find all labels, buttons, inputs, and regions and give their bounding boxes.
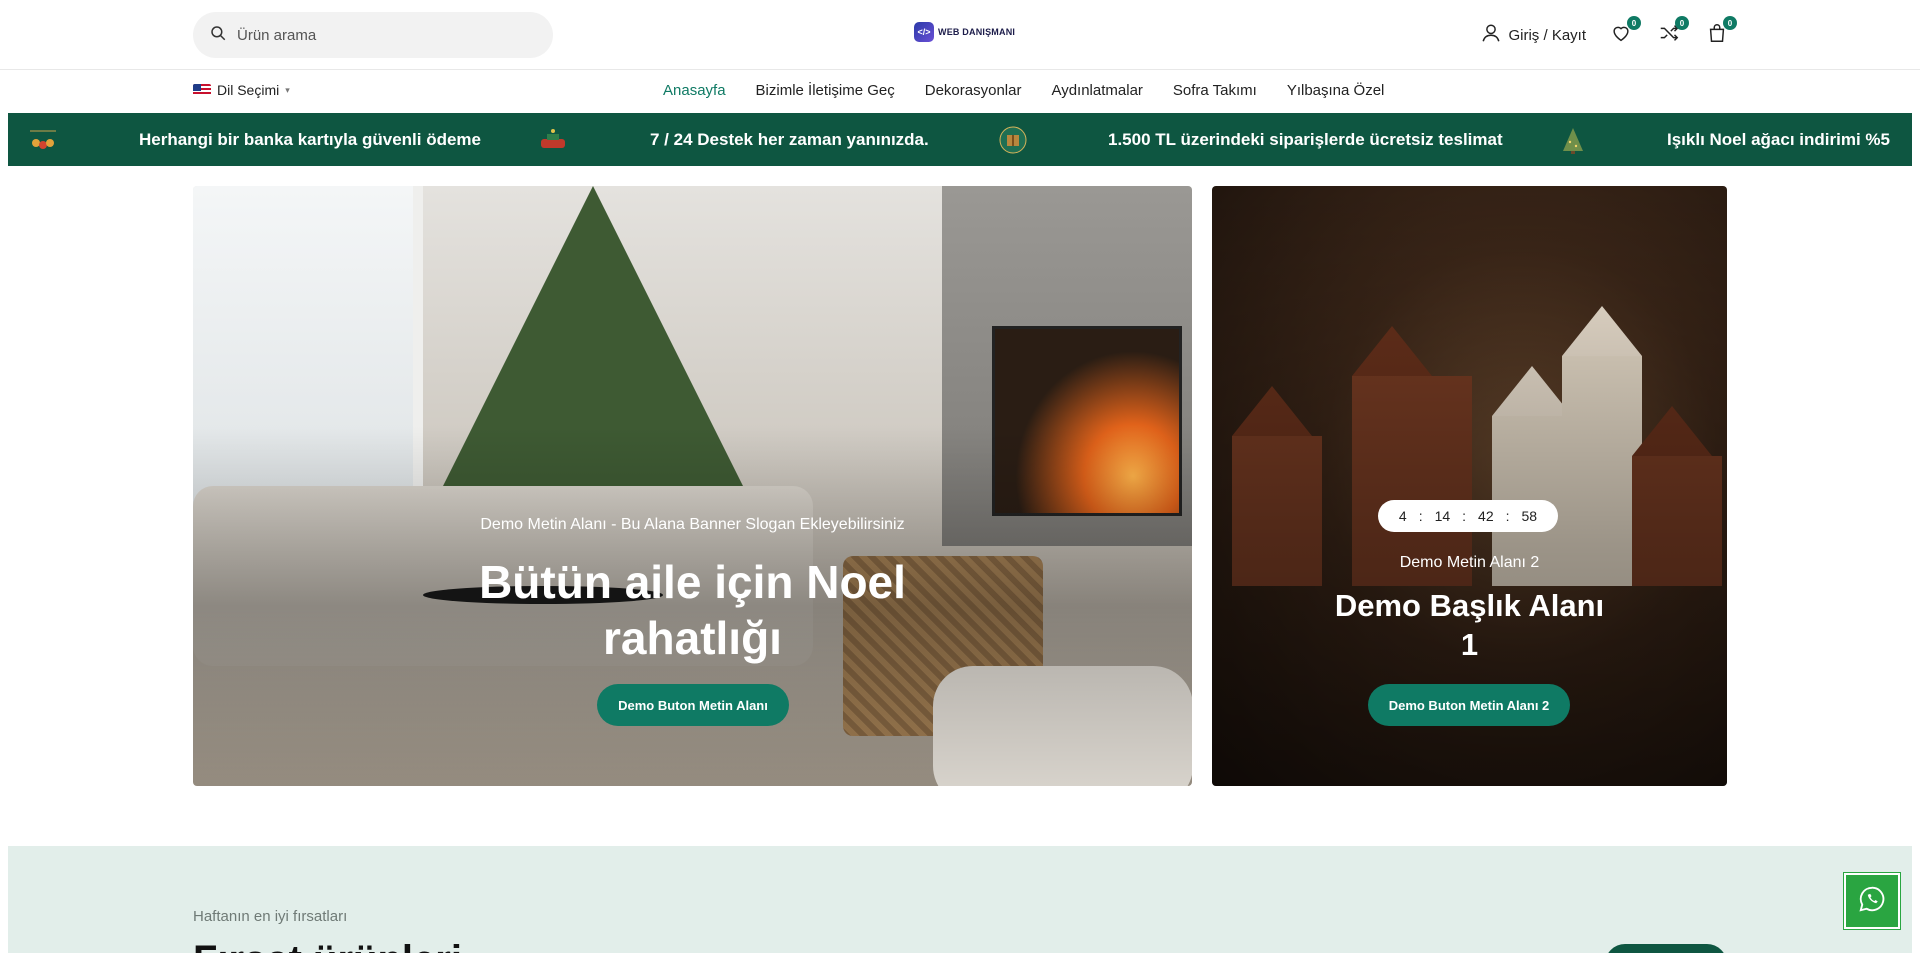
- countdown-seconds: 58: [1521, 508, 1538, 524]
- compare-count-badge: 0: [1675, 16, 1689, 30]
- deals-title: Fırsat ürünleri: [193, 938, 462, 953]
- us-flag-icon: [193, 84, 211, 96]
- banner-slogan: Demo Metin Alanı - Bu Alana Banner Sloga…: [480, 516, 905, 533]
- nav-link-iletisim[interactable]: Bizimle İletişime Geç: [756, 82, 895, 99]
- whatsapp-button[interactable]: [1844, 873, 1900, 929]
- banner-side-button[interactable]: Demo Buton Metin Alanı 2: [1368, 684, 1570, 726]
- account-label: Giriş / Kayıt: [1508, 26, 1586, 44]
- logo-mark: </>: [914, 22, 934, 42]
- ornaments-icon: [28, 125, 58, 155]
- whatsapp-icon: [1857, 884, 1887, 919]
- account-link[interactable]: Giriş / Kayıt: [1480, 22, 1586, 48]
- promo-ticker: Herhangi bir banka kartıyla güvenli ödem…: [8, 113, 1912, 166]
- nav-link-sofra-takimi[interactable]: Sofra Takımı: [1173, 82, 1257, 99]
- countdown-hours: 14: [1434, 508, 1451, 524]
- ticker-item-delivery: 1.500 TL üzerindeki siparişlerde ücretsi…: [1108, 129, 1503, 149]
- banner-main-button[interactable]: Demo Buton Metin Alanı: [597, 684, 789, 726]
- hero-banner-side[interactable]: 4 : 14 : 42 : 58 Demo Metin Alanı 2 Demo…: [1212, 186, 1727, 786]
- ticker-item-tree-discount: Işıklı Noel ağacı indirimi %5: [1667, 129, 1890, 149]
- hero-banner-main[interactable]: Demo Metin Alanı - Bu Alana Banner Sloga…: [193, 186, 1192, 786]
- chevron-down-icon: ▾: [285, 84, 290, 95]
- nav-link-anasayfa[interactable]: Anasayfa: [663, 82, 726, 99]
- deals-view-all-button[interactable]: [1605, 944, 1727, 953]
- countdown-minutes: 42: [1478, 508, 1494, 524]
- countdown-timer: 4 : 14 : 42 : 58: [1378, 500, 1558, 532]
- site-logo[interactable]: </> WEB DANIŞMANI: [914, 22, 1015, 42]
- cart-count-badge: 0: [1723, 16, 1737, 30]
- main-nav: Dil Seçimi ▾ Anasayfa Bizimle İletişime …: [0, 71, 1920, 113]
- countdown-separator: :: [1505, 508, 1510, 524]
- search-bar[interactable]: [193, 12, 553, 58]
- banner-title-line2: rahatlığı: [603, 612, 782, 664]
- countdown-days: 4: [1398, 508, 1407, 524]
- language-label: Dil Seçimi: [217, 82, 280, 98]
- countdown-separator: :: [1418, 508, 1423, 524]
- site-header: </> WEB DANIŞMANI Giriş / Kayıt 0 0: [0, 0, 1920, 70]
- compare-button[interactable]: 0: [1656, 16, 1689, 48]
- wishlist-button[interactable]: 0: [1608, 16, 1641, 48]
- header-actions: Giriş / Kayıt 0 0 0: [1480, 16, 1737, 50]
- search-input[interactable]: [237, 26, 537, 44]
- banner-title-line1: Bütün aile için Noel: [479, 556, 906, 608]
- side-banner-title: Demo Başlık Alanı 1: [1212, 586, 1727, 664]
- ticker-item-support: 7 / 24 Destek her zaman yanınızda.: [650, 129, 929, 149]
- language-selector[interactable]: Dil Seçimi ▾: [193, 82, 290, 98]
- sleigh-icon: [538, 125, 568, 155]
- banner-title: Bütün aile için Noel rahatlığı: [193, 554, 1192, 666]
- side-banner-subtitle: Demo Metin Alanı 2: [1399, 554, 1540, 571]
- page: </> WEB DANIŞMANI Giriş / Kayıt 0 0: [0, 0, 1920, 953]
- cart-button[interactable]: 0: [1704, 16, 1737, 48]
- search-icon[interactable]: [209, 24, 227, 47]
- gift-box-icon: [998, 125, 1028, 155]
- christmas-tree-icon: [1558, 125, 1588, 155]
- wishlist-count-badge: 0: [1627, 16, 1641, 30]
- side-banner-title-line2: 1: [1460, 627, 1479, 662]
- nav-link-yilbasina-ozel[interactable]: Yılbaşına Özel: [1287, 82, 1385, 99]
- weekly-deals-section: Haftanın en iyi fırsatları Fırsat ürünle…: [8, 846, 1912, 953]
- countdown-separator: :: [1462, 508, 1467, 524]
- deals-subtitle: Haftanın en iyi fırsatları: [193, 908, 348, 925]
- nav-link-dekorasyonlar[interactable]: Dekorasyonlar: [925, 82, 1022, 99]
- side-banner-title-line1: Demo Başlık Alanı: [1334, 588, 1605, 623]
- logo-text: WEB DANIŞMANI: [938, 27, 1016, 37]
- nav-link-aydinlatmalar[interactable]: Aydınlatmalar: [1051, 82, 1142, 99]
- ticker-item-payment: Herhangi bir banka kartıyla güvenli ödem…: [139, 129, 481, 149]
- user-icon: [1480, 22, 1502, 48]
- nav-links: Anasayfa Bizimle İletişime Geç Dekorasyo…: [663, 82, 1384, 99]
